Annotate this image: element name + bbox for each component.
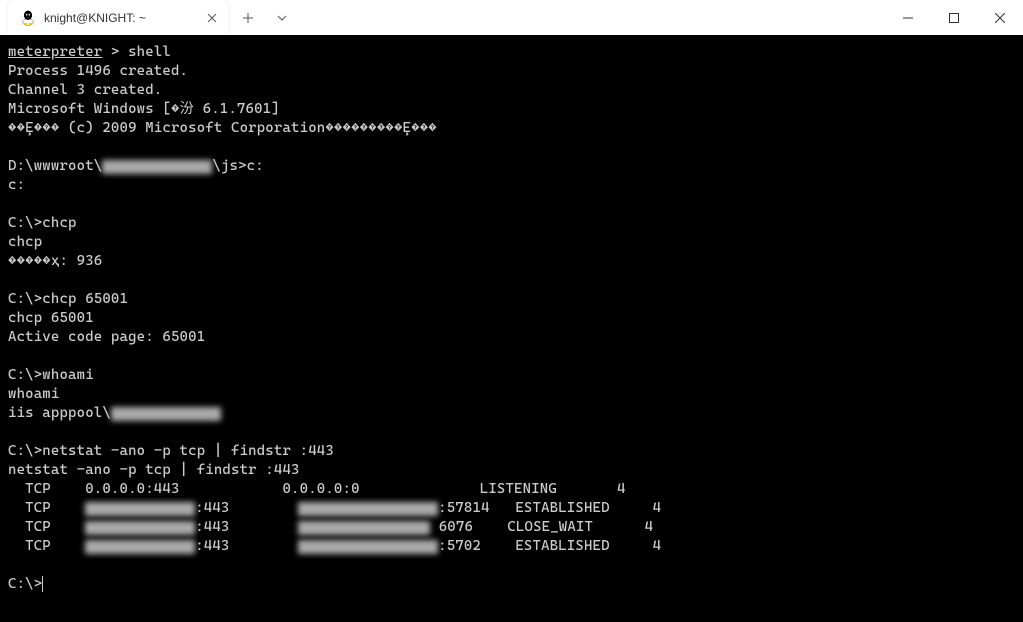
- prompt-line: C:\>chcp: [8, 215, 77, 231]
- prompt-line: C:\>chcp 65001: [8, 291, 128, 307]
- cursor: [42, 576, 43, 592]
- output-line: �����ҳ: 936: [8, 253, 102, 269]
- censored-text: [85, 521, 195, 535]
- censored-text: [85, 502, 195, 516]
- output-line: ��Ȩ��� (c) 2009 Microsoft Corporation���…: [8, 120, 437, 136]
- meterpreter-prompt: meterpreter: [8, 44, 102, 60]
- window-controls: [885, 0, 1023, 35]
- censored-text: [298, 521, 430, 535]
- censored-text: [102, 160, 212, 174]
- new-tab-button[interactable]: [234, 4, 262, 32]
- window-titlebar: knight@KNIGHT: ~: [0, 0, 1023, 35]
- table-row-end: 6076 CLOSE_WAIT 4: [439, 519, 653, 535]
- output-line: chcp 65001: [8, 310, 94, 326]
- output-line: Channel 3 created.: [8, 82, 162, 98]
- path-suffix: \js>c:: [212, 158, 263, 174]
- output-line: Active code page: 65001: [8, 329, 205, 345]
- tab-dropdown-button[interactable]: [268, 4, 296, 32]
- table-row-mid: :443: [195, 519, 298, 535]
- output-line: c:: [8, 177, 25, 193]
- censored-text: [111, 407, 221, 421]
- tab-title: knight@KNIGHT: ~: [44, 11, 204, 25]
- table-row-mid: :443: [195, 538, 298, 554]
- table-row-end: :57814 ESTABLISHED 4: [438, 500, 661, 516]
- censored-text: [85, 540, 195, 554]
- output-line: netstat -ano -p tcp | findstr :443: [8, 462, 300, 478]
- path-prefix: D:\wwwroot\: [8, 158, 102, 174]
- iis-prefix: iis apppool\: [8, 405, 111, 421]
- prompt-line: C:\>netstat -ano -p tcp | findstr :443: [8, 443, 334, 459]
- output-line: whoami: [8, 386, 59, 402]
- table-row-start: TCP: [8, 519, 85, 535]
- tab-close-button[interactable]: [204, 10, 220, 26]
- table-row-start: TCP: [8, 500, 85, 516]
- minimize-button[interactable]: [885, 0, 931, 35]
- censored-text: [298, 540, 438, 554]
- output-line: chcp: [8, 234, 42, 250]
- terminal-tab[interactable]: knight@KNIGHT: ~: [8, 0, 228, 35]
- output-line: Process 1496 created.: [8, 63, 188, 79]
- table-row-mid: :443: [195, 500, 298, 516]
- terminal-output[interactable]: meterpreter > shell Process 1496 created…: [0, 35, 1023, 622]
- tux-icon: [20, 10, 36, 26]
- prompt-line: C:\>whoami: [8, 367, 94, 383]
- table-row: TCP 0.0.0.0:443 0.0.0.0:0 LISTENING 4: [8, 481, 626, 497]
- prompt-final: C:\>: [8, 576, 42, 592]
- censored-text: [298, 502, 438, 516]
- table-row-start: TCP: [8, 538, 85, 554]
- shell-command: > shell: [102, 44, 171, 60]
- output-line: Microsoft Windows [�汾 6.1.7601]: [8, 101, 280, 117]
- table-row-end: :5702 ESTABLISHED 4: [438, 538, 661, 554]
- maximize-button[interactable]: [931, 0, 977, 35]
- close-button[interactable]: [977, 0, 1023, 35]
